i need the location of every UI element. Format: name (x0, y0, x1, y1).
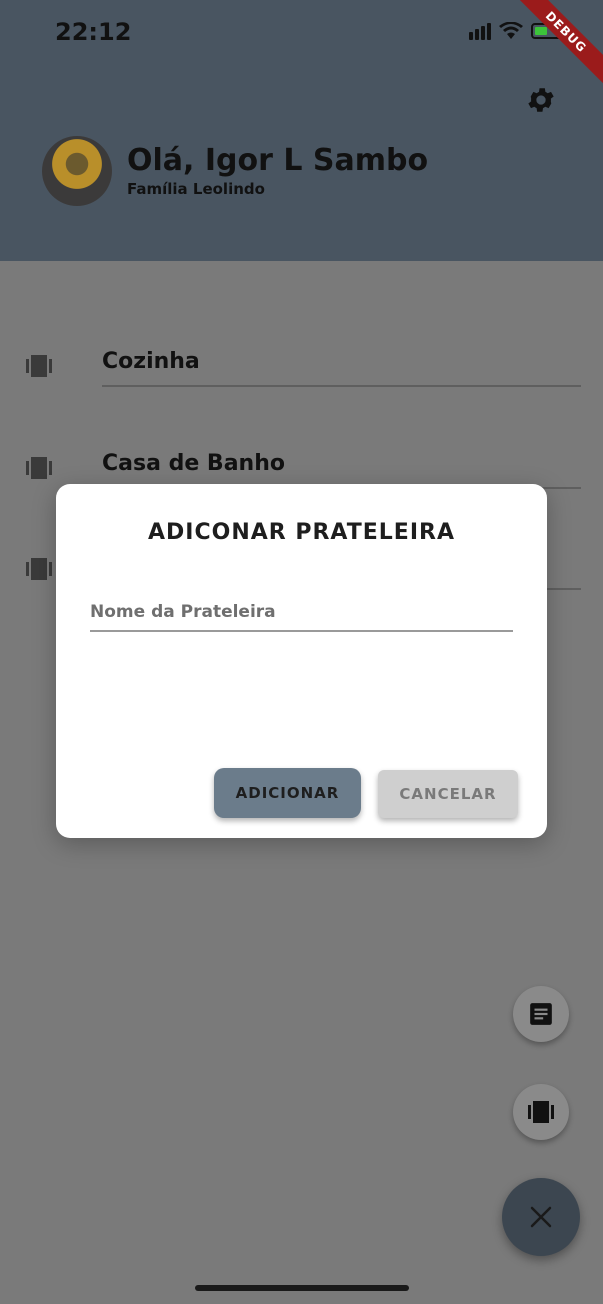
debug-banner: DEBUG (505, 0, 603, 93)
cancel-button[interactable]: CANCELAR (378, 770, 518, 818)
signal-icon (469, 22, 491, 40)
add-shelf-fab[interactable] (513, 1084, 569, 1140)
notes-fab[interactable] (513, 986, 569, 1042)
close-icon (530, 1206, 552, 1228)
shelf-icon (26, 457, 52, 479)
status-time: 22:12 (55, 18, 132, 46)
add-button[interactable]: ADICIONAR (214, 768, 361, 818)
family-name: Família Leolindo (127, 180, 265, 198)
dialog-title: ADICONAR PRATELEIRA (148, 520, 455, 545)
wifi-icon (499, 22, 523, 39)
shelf-name-input[interactable] (90, 594, 513, 632)
shelf-item[interactable]: Cozinha (0, 349, 603, 415)
notes-icon (530, 1003, 552, 1025)
app-header: 22:12 DEBUG Olá, Igor L Sambo Família Le… (0, 0, 603, 261)
shelf-icon (26, 355, 52, 377)
close-fab[interactable] (502, 1178, 580, 1256)
shelf-icon (26, 558, 52, 580)
gear-icon[interactable] (525, 84, 557, 116)
avatar (42, 136, 112, 206)
divider (102, 385, 581, 387)
add-shelf-dialog: ADICONAR PRATELEIRA ADICIONAR CANCELAR (56, 484, 547, 838)
shelf-label: Casa de Banho (102, 451, 285, 476)
shelf-label: Cozinha (102, 349, 200, 374)
greeting-title: Olá, Igor L Sambo (127, 143, 429, 178)
home-indicator[interactable] (195, 1285, 409, 1291)
shelf-icon (528, 1101, 554, 1123)
